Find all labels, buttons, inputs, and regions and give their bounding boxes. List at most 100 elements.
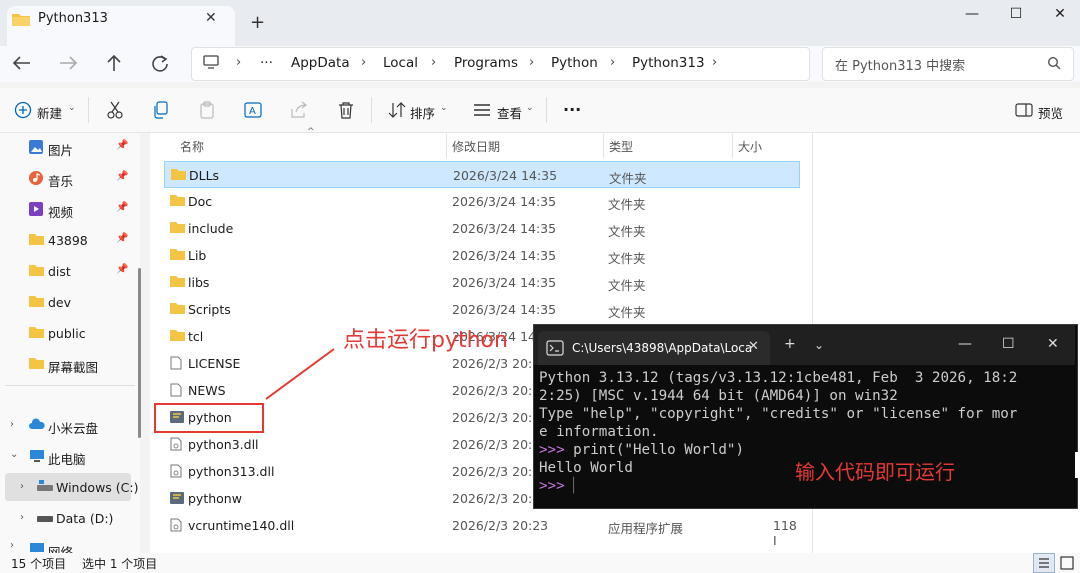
breadcrumb-appdata[interactable]: AppData bbox=[291, 55, 350, 71]
folder-icon bbox=[29, 264, 44, 276]
file-type: 文件夹 bbox=[608, 224, 646, 239]
chevron-down-icon[interactable]: ⌄ bbox=[68, 103, 76, 113]
file-row[interactable]: vcruntime140.dll 2026/2/3 20:23 应用程序扩展 1… bbox=[164, 512, 800, 548]
sidebar-item-data-d[interactable]: Data (D:) bbox=[28, 505, 143, 533]
tab-close-icon[interactable]: ✕ bbox=[205, 10, 217, 26]
breadcrumb-local[interactable]: Local bbox=[383, 55, 418, 71]
new-button[interactable]: 新建 bbox=[37, 103, 62, 122]
sidebar-item-dev[interactable]: dev bbox=[20, 289, 135, 317]
file-name: python3.dll bbox=[188, 437, 259, 452]
file-row[interactable]: DLLs 2026/3/24 14:35 文件夹 bbox=[164, 161, 800, 188]
sidebar-item-windows-c[interactable]: Windows (C:) bbox=[28, 474, 143, 502]
file-type: 文件夹 bbox=[609, 171, 647, 186]
sidebar-item-public[interactable]: public bbox=[20, 320, 135, 348]
file-type: 应用程序扩展 bbox=[608, 521, 684, 536]
tiles-view-icon[interactable] bbox=[1059, 555, 1075, 571]
file-type: 文件夹 bbox=[608, 197, 646, 212]
music-icon bbox=[29, 171, 43, 185]
sidebar-item-videos[interactable]: 视频 📌 bbox=[20, 196, 135, 224]
rename-icon[interactable]: A bbox=[244, 101, 262, 119]
close-window-button[interactable]: ✕ bbox=[1047, 336, 1059, 352]
selection-count: 选中 1 个项目 bbox=[82, 557, 158, 571]
status-bar bbox=[0, 553, 1080, 573]
sidebar-item-dist[interactable]: dist 📌 bbox=[20, 258, 135, 286]
preview-button[interactable]: 预览 bbox=[1038, 103, 1063, 122]
column-header-size[interactable]: 大小 bbox=[738, 138, 762, 155]
new-tab-button[interactable]: + bbox=[250, 12, 265, 33]
forward-arrow-icon[interactable] bbox=[56, 53, 82, 75]
chevron-down-icon[interactable]: ⌄ bbox=[526, 103, 534, 113]
new-tab-button[interactable]: + bbox=[784, 336, 796, 352]
close-window-button[interactable]: ✕ bbox=[1040, 6, 1080, 28]
column-header-date[interactable]: 修改日期 bbox=[452, 138, 500, 155]
file-row[interactable]: include 2026/3/24 14:35 文件夹 bbox=[164, 215, 800, 242]
chevron-down-icon[interactable]: ⌄ bbox=[10, 449, 18, 460]
column-divider[interactable] bbox=[446, 134, 447, 158]
delete-icon[interactable] bbox=[337, 101, 355, 119]
network-icon bbox=[29, 542, 45, 553]
sidebar-item-xiaomi-cloud[interactable]: 小米云盘 bbox=[20, 412, 135, 440]
sort-icon[interactable] bbox=[388, 101, 406, 119]
minimize-button[interactable]: — bbox=[958, 336, 972, 352]
preview-pane-icon[interactable] bbox=[1015, 101, 1033, 119]
minimize-button[interactable]: — bbox=[952, 6, 992, 28]
refresh-icon[interactable] bbox=[148, 53, 174, 75]
file-icon bbox=[170, 383, 182, 397]
copy-icon[interactable] bbox=[152, 101, 170, 119]
sidebar-item-label: 网络 bbox=[48, 545, 74, 553]
back-arrow-icon[interactable] bbox=[10, 53, 36, 75]
chevron-right-icon: › bbox=[431, 55, 437, 70]
terminal-tab-title: C:\Users\43898\AppData\Loca bbox=[572, 341, 753, 355]
up-arrow-icon[interactable] bbox=[102, 53, 128, 75]
file-row[interactable]: libs 2026/3/24 14:35 文件夹 bbox=[164, 269, 800, 296]
sidebar-scrollbar[interactable] bbox=[138, 268, 141, 438]
breadcrumb-python313[interactable]: Python313 bbox=[632, 55, 705, 71]
paste-icon[interactable] bbox=[198, 101, 216, 119]
breadcrumb-python[interactable]: Python bbox=[551, 55, 598, 71]
file-row[interactable]: Lib 2026/3/24 14:35 文件夹 bbox=[164, 242, 800, 269]
terminal-scrollbar[interactable] bbox=[1075, 452, 1080, 478]
chevron-down-icon[interactable]: ⌄ bbox=[814, 338, 824, 352]
sidebar-item-label: public bbox=[48, 326, 86, 341]
column-divider[interactable] bbox=[603, 134, 604, 158]
python-icon bbox=[170, 491, 184, 505]
share-icon[interactable] bbox=[290, 101, 308, 119]
chevron-right-icon[interactable]: › bbox=[20, 512, 24, 523]
close-icon[interactable]: ✕ bbox=[748, 339, 759, 354]
folder-icon bbox=[170, 194, 185, 206]
view-icon[interactable] bbox=[473, 101, 491, 119]
sidebar-item-pictures[interactable]: 图片 📌 bbox=[20, 134, 135, 162]
videos-icon bbox=[29, 202, 43, 216]
cut-icon[interactable] bbox=[106, 101, 124, 119]
file-name: Scripts bbox=[188, 302, 231, 317]
sidebar-item-music[interactable]: 音乐 📌 bbox=[20, 165, 135, 193]
chevron-right-icon[interactable]: › bbox=[10, 540, 14, 551]
file-size: 118 I bbox=[773, 518, 797, 548]
sidebar-item-network[interactable]: 网络 bbox=[20, 536, 135, 553]
highlight-box bbox=[154, 403, 264, 433]
cloud-icon bbox=[29, 418, 45, 430]
view-button[interactable]: 查看 bbox=[497, 103, 522, 122]
column-divider[interactable] bbox=[732, 134, 733, 158]
column-header-type[interactable]: 类型 bbox=[609, 138, 633, 155]
item-count: 15 个项目 bbox=[11, 557, 67, 571]
sidebar-item-this-pc[interactable]: 此电脑 bbox=[20, 443, 135, 471]
file-row[interactable]: Doc 2026/3/24 14:35 文件夹 bbox=[164, 188, 800, 215]
dll-file-icon bbox=[170, 437, 182, 451]
breadcrumb-programs[interactable]: Programs bbox=[454, 55, 518, 71]
plus-circle-icon[interactable] bbox=[14, 101, 32, 119]
more-options-button[interactable]: ··· bbox=[563, 100, 581, 119]
chevron-down-icon[interactable]: ⌄ bbox=[440, 103, 448, 113]
chevron-right-icon[interactable]: › bbox=[20, 481, 24, 492]
file-row[interactable]: Scripts 2026/3/24 14:35 文件夹 bbox=[164, 296, 800, 323]
sidebar-item-43898[interactable]: 43898 📌 bbox=[20, 227, 135, 255]
breadcrumb-more[interactable]: ··· bbox=[260, 55, 273, 71]
maximize-button[interactable]: ☐ bbox=[996, 6, 1036, 28]
sort-button[interactable]: 排序 bbox=[410, 103, 435, 122]
chevron-right-icon[interactable]: › bbox=[10, 419, 14, 430]
maximize-button[interactable]: ☐ bbox=[1002, 336, 1015, 352]
column-header-name[interactable]: 名称 bbox=[180, 138, 204, 155]
search-input[interactable]: 在 Python313 中搜索 bbox=[835, 55, 965, 74]
sidebar-item-screenshots[interactable]: 屏幕截图 bbox=[20, 351, 135, 379]
details-view-icon[interactable] bbox=[1033, 553, 1055, 573]
